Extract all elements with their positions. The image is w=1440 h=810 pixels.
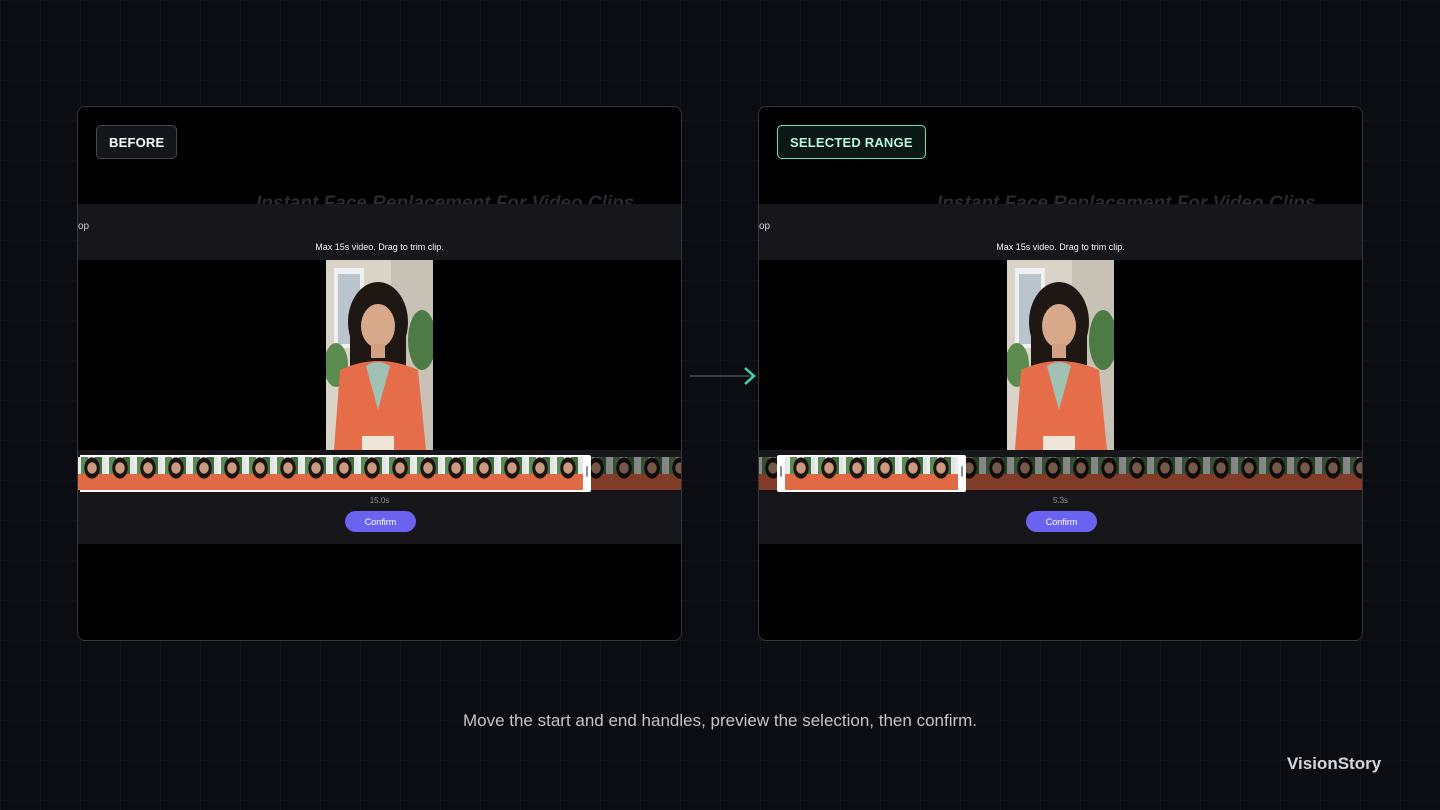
selection-range[interactable]	[80, 455, 591, 492]
after-panel: SELECTED RANGE Instant Face Replacement …	[758, 106, 1363, 641]
selection-range[interactable]	[777, 455, 966, 492]
trim-hint: Max 15s video. Drag to trim clip.	[315, 242, 444, 252]
video-preview-stage	[759, 260, 1362, 450]
modal-header-fragment: op	[78, 221, 90, 232]
video-preview[interactable]	[1007, 260, 1114, 450]
instruction-caption: Move the start and end handles, preview …	[462, 711, 978, 730]
start-handle[interactable]	[777, 455, 785, 492]
video-preview-stage	[78, 260, 681, 450]
unselected-region	[587, 457, 681, 490]
trim-modal: op Max 15s video. Drag to trim clip.	[759, 204, 1362, 544]
unselected-region-end	[962, 457, 1362, 490]
confirm-button[interactable]: Confirm	[1026, 511, 1097, 532]
before-panel: BEFORE Instant Face Replacement For Vide…	[77, 106, 682, 641]
arrow-right-icon	[690, 367, 756, 385]
selected-range-tag: SELECTED RANGE	[777, 125, 926, 159]
modal-header-fragment: op	[759, 221, 771, 232]
before-tag: BEFORE	[96, 125, 178, 159]
brand-logo-text: VisionStory	[1287, 754, 1382, 773]
selection-duration: 15.0s	[369, 496, 390, 505]
selection-duration: 5.3s	[1052, 496, 1069, 505]
trim-modal: op Max 15s video. Drag to trim clip.	[78, 204, 681, 544]
end-handle[interactable]	[958, 455, 966, 492]
unselected-region-start	[759, 457, 777, 490]
end-handle[interactable]	[583, 455, 591, 492]
trim-hint: Max 15s video. Drag to trim clip.	[996, 242, 1125, 252]
video-preview[interactable]	[326, 260, 433, 450]
confirm-button[interactable]: Confirm	[345, 511, 416, 532]
